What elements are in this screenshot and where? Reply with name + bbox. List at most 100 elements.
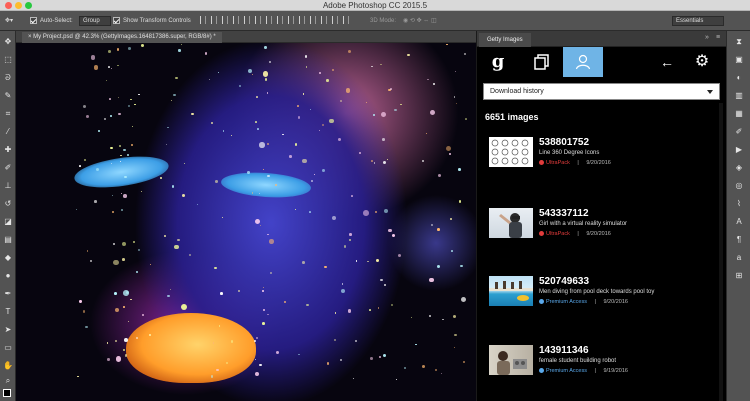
document-canvas[interactable] (16, 43, 476, 401)
glitter-speck (123, 194, 127, 198)
result-thumbnail[interactable] (489, 276, 533, 306)
workspace-dropdown[interactable]: Essentials (672, 16, 725, 26)
type-icon[interactable]: T (3, 307, 13, 316)
glitter-speck (321, 169, 325, 172)
gradient-icon[interactable]: ▤ (3, 235, 13, 244)
glitter-speck (452, 314, 457, 319)
glitter-speck (384, 283, 387, 286)
result-thumbnail[interactable] (489, 208, 533, 238)
history-brush-icon[interactable]: ↺ (3, 199, 13, 208)
align-icon[interactable] (310, 16, 316, 24)
3d-mode-label: 3D Mode: (370, 18, 397, 24)
glitter-speck (355, 340, 358, 343)
adjustments-panel-icon[interactable]: ◐ (734, 73, 744, 82)
align-icon[interactable] (288, 16, 294, 24)
show-transform-controls-checkbox[interactable]: Show Transform Controls (113, 16, 191, 26)
result-item[interactable]: 520749633 Men diving from pool deck towa… (489, 276, 721, 322)
settings-gear-icon[interactable]: ⚙ (687, 47, 717, 77)
layers-panel-icon[interactable]: ◈ (734, 163, 744, 172)
pen-icon[interactable]: ✒ (3, 289, 13, 298)
brush-presets-icon[interactable]: ✐ (734, 127, 744, 136)
glitter-speck (321, 123, 324, 126)
panel-menu-icon[interactable]: ≡ (716, 34, 720, 41)
glitter-speck (446, 43, 449, 46)
getty-logo[interactable]: g (483, 47, 513, 77)
swatches-panel-icon[interactable]: ▦ (734, 109, 744, 118)
align-icon[interactable] (200, 16, 206, 24)
glitter-speck (371, 65, 373, 68)
result-item[interactable]: 543337112 Girl with a virtual reality si… (489, 208, 721, 254)
align-icon[interactable] (244, 16, 250, 24)
eyedropper-icon[interactable]: ⁄ (3, 127, 13, 136)
result-date: 9/20/2016 (586, 231, 611, 237)
align-icon[interactable] (299, 16, 305, 24)
align-icon[interactable] (332, 16, 338, 24)
glitter-speck (118, 112, 121, 116)
healing-icon[interactable]: ✚ (3, 145, 13, 154)
align-icon[interactable] (343, 16, 349, 24)
panel-tab[interactable]: Getty Images (479, 33, 531, 47)
glitter-speck (267, 233, 269, 236)
document-tab[interactable]: × My Project.psd @ 42.3% (GettyImages.16… (22, 32, 222, 43)
history-panel-icon[interactable]: ⧗ (734, 37, 744, 46)
3d-mode-icons[interactable]: ◉ ⟲ ✥ ⇔ ◫ (403, 16, 437, 26)
align-distribute-buttons[interactable] (200, 16, 354, 26)
stamp-icon[interactable]: ⊥ (3, 181, 13, 190)
character-panel-icon[interactable]: A (734, 217, 744, 226)
align-icon[interactable] (321, 16, 327, 24)
align-icon[interactable] (233, 16, 239, 24)
color-swatches[interactable] (3, 389, 11, 397)
glitter-speck (376, 258, 380, 262)
back-arrow-icon[interactable]: ← (652, 47, 682, 77)
results-scrollbar[interactable] (719, 103, 723, 401)
glitter-speck (127, 104, 131, 108)
boards-icon[interactable] (527, 47, 557, 77)
quick-select-icon[interactable]: ✎ (3, 91, 13, 100)
glitter-speck (247, 68, 253, 74)
paths-panel-icon[interactable]: ⌇ (734, 199, 744, 208)
result-item[interactable]: 538801752 Line 360 Degree Icons UltraPac… (489, 137, 721, 183)
history-dropdown[interactable]: Download history (483, 83, 720, 100)
blur-icon[interactable]: ◆ (3, 253, 13, 262)
glitter-speck (120, 193, 122, 195)
result-item[interactable]: 143911346 female student building robot … (489, 345, 721, 391)
glitter-speck (196, 203, 198, 205)
navigator-panel-icon[interactable]: ⊞ (734, 271, 744, 280)
move-icon[interactable]: ✥ (3, 37, 13, 46)
crop-icon[interactable]: ⌗ (3, 109, 13, 118)
meta-separator: | (577, 231, 579, 237)
result-thumbnail[interactable] (489, 137, 533, 167)
auto-select-checkbox[interactable]: Auto-Select: (30, 16, 73, 26)
path-select-icon[interactable]: ➤ (3, 325, 13, 334)
properties-panel-icon[interactable]: ▣ (734, 55, 744, 64)
glitter-speck (437, 265, 440, 269)
shape-icon[interactable]: ▭ (3, 343, 13, 352)
move-tool-preset-icon[interactable]: ✥▾ (5, 16, 13, 26)
brush-icon[interactable]: ✐ (3, 163, 13, 172)
hand-icon[interactable]: ✋ (3, 361, 13, 370)
glitter-speck (446, 146, 452, 152)
account-icon[interactable] (563, 47, 603, 77)
align-icon[interactable] (211, 16, 217, 24)
align-icon[interactable] (255, 16, 261, 24)
glitter-speck (83, 158, 86, 161)
marquee-icon[interactable]: ⬚ (3, 55, 13, 64)
auto-select-dropdown[interactable]: Group (79, 16, 111, 26)
glitter-speck (165, 143, 168, 145)
align-icon[interactable] (277, 16, 283, 24)
result-thumbnail[interactable] (489, 345, 533, 375)
libraries-panel-icon[interactable]: ▥ (734, 91, 744, 100)
align-icon[interactable] (222, 16, 228, 24)
channels-panel-icon[interactable]: ◎ (734, 181, 744, 190)
zoom-icon[interactable]: ⌕ (3, 376, 13, 385)
lasso-icon[interactable]: ᘐ (3, 73, 13, 82)
dodge-icon[interactable]: ● (3, 271, 13, 280)
collapse-panel-icon[interactable]: » (705, 34, 709, 41)
glitter-speck (116, 48, 120, 51)
glitter-speck (111, 68, 113, 70)
paragraph-panel-icon[interactable]: ¶ (734, 235, 744, 244)
actions-panel-icon[interactable]: ▶ (734, 145, 744, 154)
align-icon[interactable] (266, 16, 272, 24)
glyphs-panel-icon[interactable]: a (734, 253, 744, 262)
eraser-icon[interactable]: ◪ (3, 217, 13, 226)
